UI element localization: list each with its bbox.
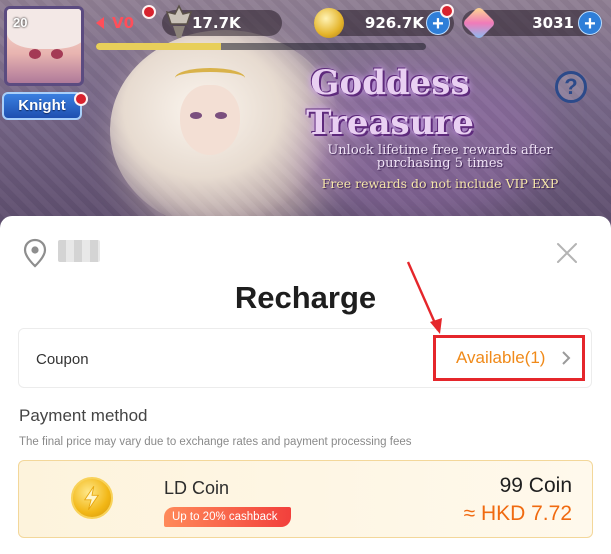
xp-bar [96, 43, 426, 50]
payment-method-title: Payment method [19, 406, 148, 425]
power-value: 17.7K [192, 14, 241, 32]
xp-bar-fill [96, 43, 222, 50]
recharge-sheet: Recharge Coupon Available(1) Payment met… [0, 216, 611, 554]
event-title-line: Goddess [310, 63, 470, 103]
location-value-redacted [58, 240, 100, 262]
goddess-crown [175, 68, 245, 88]
ld-coin-icon [71, 477, 113, 519]
add-gems-button[interactable]: + [578, 11, 602, 35]
gold-value: 926.7K [364, 14, 424, 32]
vip-arrow-icon [96, 17, 104, 29]
event-desc-line: purchasing 5 times [376, 156, 504, 171]
location-pin-icon [23, 238, 47, 268]
payment-option-ld-coin[interactable]: LD Coin Up to 20% cashback 99 Coin ≈ HKD… [18, 460, 593, 538]
rank-badge[interactable]: Knight [2, 92, 82, 120]
recharge-title: Recharge [234, 280, 377, 315]
gold-coin-icon [314, 8, 344, 38]
player-avatar[interactable]: 20 [4, 6, 84, 86]
game-background: 20 Knight V0 17.7K 926.7K + 3031 + ? God… [0, 0, 611, 230]
event-note: Free rewards do not include VIP EXP [321, 176, 559, 191]
avatar-eye [29, 49, 41, 59]
annotation-arrow [406, 261, 442, 334]
notification-dot [74, 92, 88, 106]
coupon-available-button[interactable]: Available(1) [433, 335, 585, 381]
notification-dot [440, 4, 454, 18]
payment-note: The final price may vary due to exchange… [19, 436, 412, 448]
payment-method-name: LD Coin [164, 478, 230, 498]
lightning-icon [83, 485, 100, 511]
avatar-eye [51, 49, 63, 59]
price-hkd: ≈ HKD 7.72 [463, 502, 572, 525]
coupon-label: Coupon [36, 351, 89, 368]
chevron-right-icon [562, 351, 571, 365]
goddess-eye [190, 112, 202, 119]
coupon-status: Available(1) [456, 348, 546, 367]
cashback-badge: Up to 20% cashback [164, 507, 292, 527]
event-title: Goddess Treasure [300, 63, 480, 143]
goddess-face [180, 85, 240, 155]
goddess-eye [215, 112, 227, 119]
notification-dot [142, 5, 156, 19]
player-level: 20 [13, 15, 28, 30]
close-icon[interactable] [556, 242, 578, 264]
event-title-line: Treasure [306, 103, 474, 143]
vip-label: V0 [112, 14, 135, 32]
coupon-row[interactable]: Coupon Available(1) [18, 328, 592, 388]
gem-value: 3031 [532, 14, 574, 32]
crown-wings-icon [165, 4, 193, 38]
help-icon[interactable]: ? [555, 71, 587, 103]
event-description: Unlock lifetime free rewards after purch… [300, 144, 580, 170]
coin-amount: 99 Coin [499, 474, 572, 497]
